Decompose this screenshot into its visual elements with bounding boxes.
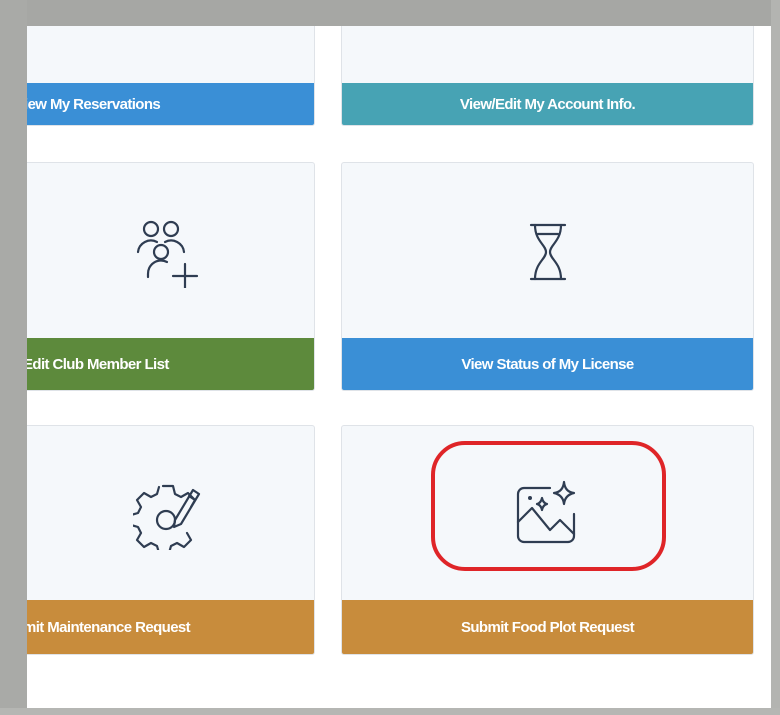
tile-license-status-bar[interactable]: View Status of My License — [342, 338, 753, 390]
tile-license-status[interactable]: View Status of My License — [341, 162, 754, 391]
tile-club-member-list-bar[interactable]: Edit Club Member List — [27, 338, 314, 390]
tile-club-member-list[interactable]: Edit Club Member List — [27, 162, 315, 391]
hourglass-icon — [529, 223, 566, 280]
window-frame-right — [771, 0, 780, 715]
tile-view-reservations-bar[interactable]: iew My Reservations — [27, 83, 314, 125]
window-frame-bottom — [0, 708, 780, 715]
tile-view-reservations-label: iew My Reservations — [27, 95, 161, 113]
gear-pencil-icon — [132, 484, 200, 550]
tile-edit-account[interactable]: View/Edit My Account Info. — [341, 26, 754, 126]
dashboard-panel: iew My Reservations View/Edit My Account… — [27, 26, 771, 708]
tile-license-status-label: View Status of My License — [461, 355, 634, 373]
tile-food-plot-request-label: Submit Food Plot Request — [460, 618, 635, 636]
tile-maintenance-request-label: mit Maintenance Request — [27, 618, 191, 636]
window-frame-top — [0, 0, 780, 26]
tile-edit-account-label: View/Edit My Account Info. — [459, 95, 636, 113]
highlight-annotation-circle — [431, 441, 666, 571]
tile-maintenance-request-bar[interactable]: mit Maintenance Request — [27, 600, 314, 654]
tile-edit-account-bar[interactable]: View/Edit My Account Info. — [342, 83, 753, 125]
window-frame-left — [0, 0, 27, 715]
tile-food-plot-request-bar[interactable]: Submit Food Plot Request — [342, 600, 753, 654]
add-user-icon — [136, 220, 198, 288]
tile-club-member-list-label: Edit Club Member List — [27, 355, 169, 373]
tile-view-reservations[interactable]: iew My Reservations — [27, 26, 315, 126]
tile-maintenance-request[interactable]: mit Maintenance Request — [27, 425, 315, 655]
